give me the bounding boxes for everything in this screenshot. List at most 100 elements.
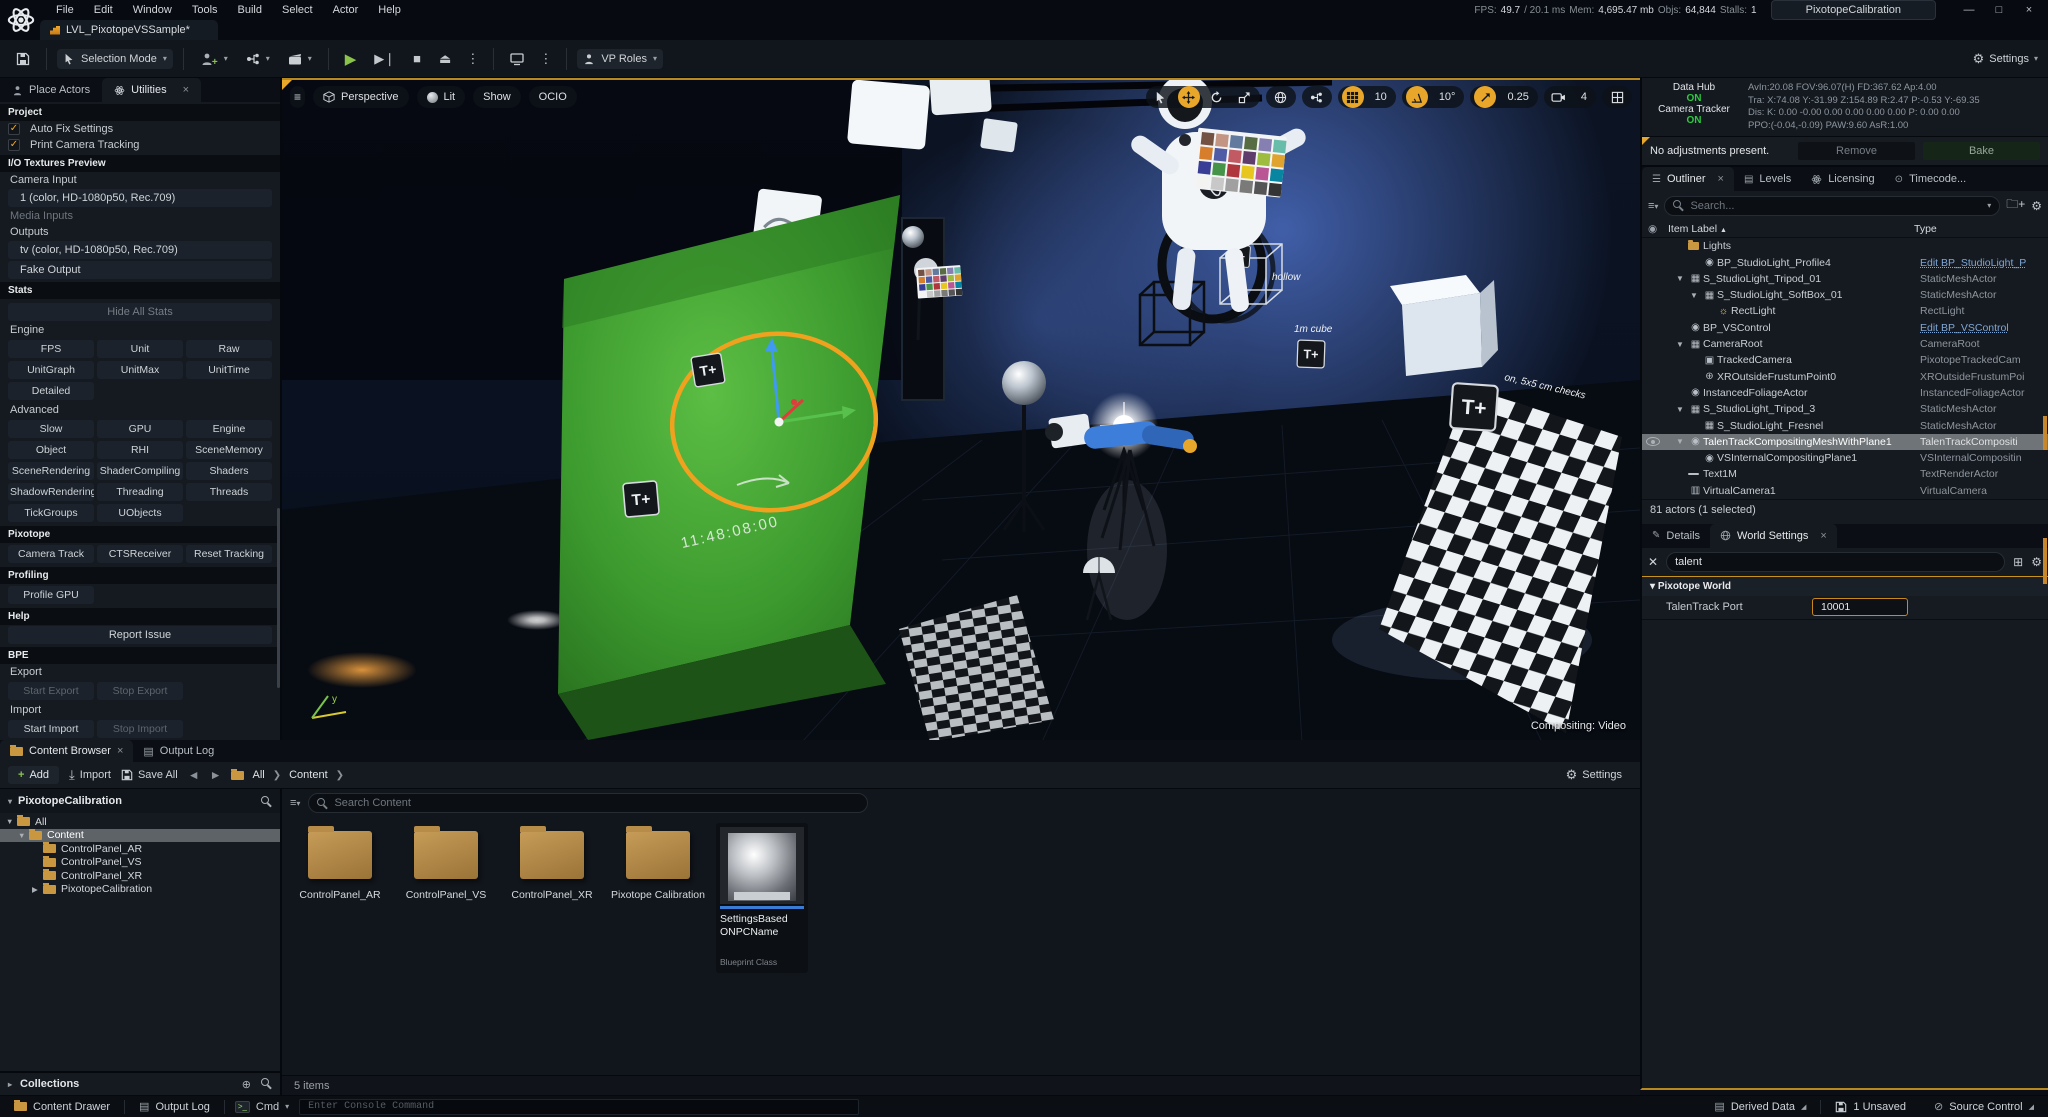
content-drawer-button[interactable]: Content Drawer bbox=[0, 1096, 124, 1117]
ocio-dropdown[interactable]: OCIO bbox=[528, 86, 577, 108]
outliner-search-input[interactable] bbox=[1690, 199, 1982, 212]
rotate-tool[interactable] bbox=[1206, 86, 1228, 108]
menu-item[interactable]: Build bbox=[228, 1, 272, 19]
unsaved-button[interactable]: 1 Unsaved bbox=[1821, 1096, 1920, 1117]
outliner-row[interactable]: Lights bbox=[1642, 238, 2048, 254]
viewport-options-menu[interactable]: ≡ bbox=[290, 86, 306, 108]
filter-icon[interactable]: ≡▾ bbox=[290, 797, 300, 809]
stat-button[interactable]: Slow bbox=[8, 420, 94, 438]
outliner-row[interactable]: ▼ S_StudioLight_Tripod_01 StaticMeshActo… bbox=[1642, 271, 2048, 287]
outliner-row[interactable]: BP_StudioLight_Profile4 Edit BP_StudioLi… bbox=[1642, 254, 2048, 270]
camera-speed-control[interactable]: 4 bbox=[1543, 86, 1596, 108]
restore-button[interactable]: □ bbox=[1986, 2, 2012, 18]
menu-item[interactable]: Tools bbox=[182, 1, 228, 19]
stat-button[interactable]: Unit bbox=[97, 340, 183, 358]
expand-arrow-icon[interactable]: ▼ bbox=[18, 831, 29, 840]
stat-button[interactable]: RHI bbox=[97, 441, 183, 459]
checkbox-row[interactable]: ✓ Print Camera Tracking bbox=[0, 137, 280, 153]
stat-button[interactable]: SceneRendering bbox=[8, 462, 94, 480]
asset-search-input[interactable] bbox=[334, 797, 860, 809]
outliner-row[interactable]: ▼ CameraRoot CameraRoot bbox=[1642, 336, 2048, 352]
menu-item[interactable]: Window bbox=[123, 1, 182, 19]
checkbox-checked-icon[interactable]: ✓ bbox=[8, 123, 20, 135]
scale-snap-control[interactable]: 0.25 bbox=[1470, 86, 1538, 108]
outliner-row[interactable]: VirtualCamera1 VirtualCamera bbox=[1642, 483, 2048, 499]
platforms-dropdown[interactable] bbox=[504, 48, 530, 70]
tab-levels[interactable]: ▤ Levels bbox=[1734, 167, 1801, 191]
menu-item[interactable]: Select bbox=[272, 1, 323, 19]
asset-tile[interactable]: ControlPanel_AR bbox=[292, 823, 388, 902]
stat-button[interactable]: Object bbox=[8, 441, 94, 459]
close-tab-icon[interactable]: × bbox=[1718, 173, 1724, 185]
import-button[interactable]: ⤓ Import bbox=[69, 767, 111, 783]
section-pixotope-world[interactable]: ▾ Pixotope World bbox=[1642, 575, 2048, 596]
play-options-menu[interactable]: ⋮ bbox=[463, 51, 483, 67]
search-icon[interactable] bbox=[261, 795, 272, 807]
derived-data-button[interactable]: ▤ Derived Data ◢ bbox=[1700, 1096, 1820, 1117]
play-button[interactable]: ▶ bbox=[339, 46, 363, 72]
stat-button[interactable]: UnitTime bbox=[186, 361, 272, 379]
tab-output-log[interactable]: ▤ Output Log bbox=[133, 740, 224, 762]
platforms-options-menu[interactable]: ⋮ bbox=[536, 51, 556, 67]
new-folder-icon[interactable]: 🗀+ bbox=[2006, 195, 2025, 216]
import-button[interactable]: Start Import bbox=[8, 720, 94, 738]
search-icon[interactable] bbox=[261, 1077, 272, 1089]
sources-header[interactable]: ▾ PixotopeCalibration bbox=[0, 789, 280, 813]
outliner-row[interactable]: ▼ S_StudioLight_SoftBox_01 StaticMeshAct… bbox=[1642, 287, 2048, 303]
tab-utilities[interactable]: Utilities × bbox=[102, 78, 202, 102]
folder-tree-row[interactable]: ControlPanel_VS bbox=[0, 855, 280, 870]
tab-content-browser[interactable]: Content Browser × bbox=[0, 740, 134, 762]
stat-button[interactable]: TickGroups bbox=[8, 504, 94, 522]
project-button[interactable]: PixotopeCalibration bbox=[1770, 0, 1936, 20]
checkbox-row[interactable]: ✓ Auto Fix Settings bbox=[0, 121, 280, 137]
tab-licensing[interactable]: Licensing bbox=[1801, 167, 1884, 191]
tab-timecode[interactable]: ⊙ Timecode... bbox=[1885, 167, 1976, 191]
port-input[interactable]: 10001 bbox=[1812, 598, 1908, 617]
stat-button[interactable]: UObjects bbox=[97, 504, 183, 522]
close-button[interactable]: × bbox=[2016, 2, 2042, 18]
stat-button[interactable]: ShaderCompiling bbox=[97, 462, 183, 480]
world-settings-search-box[interactable] bbox=[1666, 551, 2006, 572]
close-tab-icon[interactable]: × bbox=[183, 84, 189, 96]
selection-mode-dropdown[interactable]: Selection Mode ▾ bbox=[57, 48, 173, 69]
folder-tree-row[interactable]: ▶ PixotopeCalibration bbox=[0, 882, 280, 897]
expand-arrow-icon[interactable]: ▼ bbox=[1676, 405, 1688, 414]
tab-details[interactable]: ✎ Details bbox=[1642, 524, 1710, 548]
save-all-button[interactable]: Save All bbox=[121, 769, 178, 781]
menu-item[interactable]: File bbox=[46, 1, 84, 19]
folder-tree-row[interactable]: ControlPanel_AR bbox=[0, 842, 280, 856]
visibility-eye-icon[interactable] bbox=[1646, 437, 1660, 447]
display-options-icon[interactable]: ⊞ bbox=[2013, 555, 2023, 569]
close-tab-icon[interactable]: × bbox=[1820, 530, 1826, 542]
vp-roles-dropdown[interactable]: VP Roles ▾ bbox=[577, 48, 663, 69]
folder-tree-row[interactable]: ▼ All bbox=[0, 815, 280, 829]
outliner-row[interactable]: RectLight RectLight bbox=[1642, 303, 2048, 319]
settings-dropdown[interactable]: ⚙ Settings ▾ bbox=[1973, 51, 2038, 67]
stat-button[interactable]: Threading bbox=[97, 483, 183, 501]
stat-button[interactable]: GPU bbox=[97, 420, 183, 438]
outliner-row[interactable]: Text1M TextRenderActor bbox=[1642, 466, 2048, 482]
folder-tree-row[interactable]: ControlPanel_XR bbox=[0, 869, 280, 883]
tab-outliner[interactable]: ☰ Outliner × bbox=[1642, 167, 1734, 192]
utilities-scrollbar[interactable] bbox=[277, 508, 280, 688]
blueprints-dropdown[interactable]: ▾ bbox=[240, 48, 276, 70]
lit-dropdown[interactable]: Lit bbox=[416, 86, 466, 108]
pixotope-button[interactable]: CTSReceiver bbox=[97, 545, 183, 563]
outliner-row[interactable]: TrackedCamera PixotopeTrackedCam bbox=[1642, 352, 2048, 368]
asset-tile[interactable]: SettingsBased ONPCName Blueprint Class bbox=[716, 823, 808, 973]
stat-button[interactable]: ShadowRendering bbox=[8, 483, 94, 501]
outliner-row[interactable]: VSInternalCompositingPlane1 VSInternalCo… bbox=[1642, 450, 2048, 466]
perspective-dropdown[interactable]: Perspective bbox=[313, 86, 409, 108]
unreal-logo-icon[interactable] bbox=[4, 3, 38, 37]
menu-item[interactable]: Actor bbox=[323, 1, 369, 19]
show-dropdown[interactable]: Show bbox=[473, 86, 521, 108]
eject-button[interactable]: ⏏ bbox=[433, 47, 457, 71]
asset-tile[interactable]: Pixotope Calibration bbox=[610, 823, 706, 902]
stat-button[interactable]: Detailed bbox=[8, 382, 94, 400]
world-settings-search-input[interactable] bbox=[1675, 555, 1997, 568]
stop-button[interactable]: ■ bbox=[407, 47, 427, 70]
collections-bar[interactable]: ▸ Collections ⊕ bbox=[0, 1071, 280, 1095]
pixotope-button[interactable]: Reset Tracking bbox=[186, 545, 272, 563]
add-collection-icon[interactable]: ⊕ bbox=[242, 1078, 251, 1091]
export-button[interactable]: Stop Export bbox=[97, 682, 183, 700]
